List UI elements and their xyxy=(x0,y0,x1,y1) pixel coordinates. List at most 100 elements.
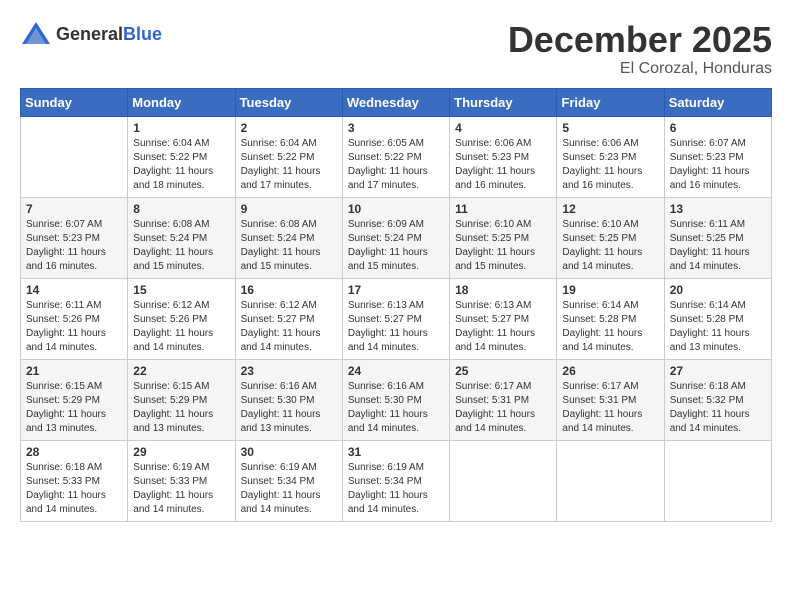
calendar-week-row: 28 Sunrise: 6:18 AMSunset: 5:33 PMDayligh… xyxy=(21,440,772,521)
day-info: Sunrise: 6:17 AMSunset: 5:31 PMDaylight:… xyxy=(455,380,551,436)
day-info: Sunrise: 6:17 AMSunset: 5:31 PMDaylight:… xyxy=(562,380,658,436)
logo-blue: Blue xyxy=(123,24,162,44)
day-info: Sunrise: 6:19 AMSunset: 5:34 PMDaylight:… xyxy=(241,461,337,517)
day-number: 18 xyxy=(455,283,551,297)
weekday-header: Friday xyxy=(557,88,664,116)
calendar-cell: 17 Sunrise: 6:13 AMSunset: 5:27 PMDayligh… xyxy=(342,278,449,359)
calendar-cell xyxy=(21,116,128,197)
day-number: 8 xyxy=(133,202,229,216)
calendar-cell: 22 Sunrise: 6:15 AMSunset: 5:29 PMDayligh… xyxy=(128,359,235,440)
day-number: 5 xyxy=(562,121,658,135)
weekday-header: Sunday xyxy=(21,88,128,116)
calendar-cell: 21 Sunrise: 6:15 AMSunset: 5:29 PMDayligh… xyxy=(21,359,128,440)
calendar-cell: 20Sunrise: 6:14 AMSunset: 5:28 PMDayligh… xyxy=(664,278,771,359)
month-title: December 2025 xyxy=(508,20,772,60)
calendar-cell: 13 Sunrise: 6:11 AMSunset: 5:25 PMDayligh… xyxy=(664,197,771,278)
day-number: 7 xyxy=(26,202,122,216)
day-number: 4 xyxy=(455,121,551,135)
day-number: 25 xyxy=(455,364,551,378)
calendar-cell: 4 Sunrise: 6:06 AMSunset: 5:23 PMDaylight… xyxy=(450,116,557,197)
day-info: Sunrise: 6:18 AMSunset: 5:32 PMDaylight:… xyxy=(670,380,766,436)
day-info: Sunrise: 6:15 AMSunset: 5:29 PMDaylight:… xyxy=(26,380,122,436)
day-info: Sunrise: 6:14 AMSunset: 5:28 PMDaylight:… xyxy=(562,299,658,355)
day-number: 29 xyxy=(133,445,229,459)
page-header: GeneralBlue December 2025 El Corozal, Ho… xyxy=(20,20,772,78)
day-number: 27 xyxy=(670,364,766,378)
day-info: Sunrise: 6:07 AMSunset: 5:23 PMDaylight:… xyxy=(26,218,122,274)
calendar-cell: 11 Sunrise: 6:10 AMSunset: 5:25 PMDayligh… xyxy=(450,197,557,278)
day-info: Sunrise: 6:16 AMSunset: 5:30 PMDaylight:… xyxy=(241,380,337,436)
logo-icon xyxy=(20,20,52,48)
calendar-cell: 7 Sunrise: 6:07 AMSunset: 5:23 PMDaylight… xyxy=(21,197,128,278)
calendar-cell: 24 Sunrise: 6:16 AMSunset: 5:30 PMDayligh… xyxy=(342,359,449,440)
logo: GeneralBlue xyxy=(20,20,162,48)
weekday-header: Wednesday xyxy=(342,88,449,116)
calendar-cell: 28 Sunrise: 6:18 AMSunset: 5:33 PMDayligh… xyxy=(21,440,128,521)
day-info: Sunrise: 6:05 AMSunset: 5:22 PMDaylight:… xyxy=(348,137,444,193)
day-number: 13 xyxy=(670,202,766,216)
calendar-cell: 30Sunrise: 6:19 AMSunset: 5:34 PMDayligh… xyxy=(235,440,342,521)
day-number: 26 xyxy=(562,364,658,378)
day-info: Sunrise: 6:07 AMSunset: 5:23 PMDaylight:… xyxy=(670,137,766,193)
calendar-cell: 26 Sunrise: 6:17 AMSunset: 5:31 PMDayligh… xyxy=(557,359,664,440)
day-info: Sunrise: 6:18 AMSunset: 5:33 PMDaylight:… xyxy=(26,461,122,517)
weekday-header: Monday xyxy=(128,88,235,116)
day-info: Sunrise: 6:06 AMSunset: 5:23 PMDaylight:… xyxy=(455,137,551,193)
calendar-week-row: 7 Sunrise: 6:07 AMSunset: 5:23 PMDaylight… xyxy=(21,197,772,278)
logo-general: General xyxy=(56,24,123,44)
day-info: Sunrise: 6:04 AMSunset: 5:22 PMDaylight:… xyxy=(241,137,337,193)
day-number: 28 xyxy=(26,445,122,459)
day-info: Sunrise: 6:06 AMSunset: 5:23 PMDaylight:… xyxy=(562,137,658,193)
day-number: 21 xyxy=(26,364,122,378)
calendar-cell xyxy=(450,440,557,521)
calendar-cell: 5 Sunrise: 6:06 AMSunset: 5:23 PMDaylight… xyxy=(557,116,664,197)
day-number: 22 xyxy=(133,364,229,378)
calendar-cell: 27 Sunrise: 6:18 AMSunset: 5:32 PMDayligh… xyxy=(664,359,771,440)
day-number: 31 xyxy=(348,445,444,459)
day-info: Sunrise: 6:11 AMSunset: 5:25 PMDaylight:… xyxy=(670,218,766,274)
day-number: 16 xyxy=(241,283,337,297)
day-info: Sunrise: 6:16 AMSunset: 5:30 PMDaylight:… xyxy=(348,380,444,436)
day-number: 6 xyxy=(670,121,766,135)
day-number: 14 xyxy=(26,283,122,297)
calendar-table: SundayMondayTuesdayWednesdayThursdayFrid… xyxy=(20,88,772,522)
calendar-cell: 6 Sunrise: 6:07 AMSunset: 5:23 PMDaylight… xyxy=(664,116,771,197)
calendar-cell: 19Sunrise: 6:14 AMSunset: 5:28 PMDayligh… xyxy=(557,278,664,359)
calendar-cell: 2Sunrise: 6:04 AMSunset: 5:22 PMDaylight… xyxy=(235,116,342,197)
day-info: Sunrise: 6:14 AMSunset: 5:28 PMDaylight:… xyxy=(670,299,766,355)
day-info: Sunrise: 6:12 AMSunset: 5:27 PMDaylight:… xyxy=(241,299,337,355)
calendar-cell: 18 Sunrise: 6:13 AMSunset: 5:27 PMDayligh… xyxy=(450,278,557,359)
calendar-cell: 10 Sunrise: 6:09 AMSunset: 5:24 PMDayligh… xyxy=(342,197,449,278)
day-info: Sunrise: 6:13 AMSunset: 5:27 PMDaylight:… xyxy=(455,299,551,355)
calendar-week-row: 1 Sunrise: 6:04 AMSunset: 5:22 PMDaylight… xyxy=(21,116,772,197)
calendar-cell: 3 Sunrise: 6:05 AMSunset: 5:22 PMDaylight… xyxy=(342,116,449,197)
day-info: Sunrise: 6:11 AMSunset: 5:26 PMDaylight:… xyxy=(26,299,122,355)
day-info: Sunrise: 6:15 AMSunset: 5:29 PMDaylight:… xyxy=(133,380,229,436)
calendar-cell: 23 Sunrise: 6:16 AMSunset: 5:30 PMDayligh… xyxy=(235,359,342,440)
calendar-header-row: SundayMondayTuesdayWednesdayThursdayFrid… xyxy=(21,88,772,116)
day-number: 10 xyxy=(348,202,444,216)
day-number: 1 xyxy=(133,121,229,135)
day-info: Sunrise: 6:10 AMSunset: 5:25 PMDaylight:… xyxy=(455,218,551,274)
day-info: Sunrise: 6:19 AMSunset: 5:34 PMDaylight:… xyxy=(348,461,444,517)
logo-text: GeneralBlue xyxy=(56,24,162,45)
day-number: 11 xyxy=(455,202,551,216)
day-number: 17 xyxy=(348,283,444,297)
day-number: 23 xyxy=(241,364,337,378)
day-number: 3 xyxy=(348,121,444,135)
weekday-header: Tuesday xyxy=(235,88,342,116)
calendar-cell xyxy=(557,440,664,521)
day-number: 24 xyxy=(348,364,444,378)
calendar-cell: 15Sunrise: 6:12 AMSunset: 5:26 PMDayligh… xyxy=(128,278,235,359)
day-info: Sunrise: 6:08 AMSunset: 5:24 PMDaylight:… xyxy=(133,218,229,274)
day-info: Sunrise: 6:09 AMSunset: 5:24 PMDaylight:… xyxy=(348,218,444,274)
day-info: Sunrise: 6:19 AMSunset: 5:33 PMDaylight:… xyxy=(133,461,229,517)
day-info: Sunrise: 6:12 AMSunset: 5:26 PMDaylight:… xyxy=(133,299,229,355)
calendar-cell: 25 Sunrise: 6:17 AMSunset: 5:31 PMDayligh… xyxy=(450,359,557,440)
day-info: Sunrise: 6:08 AMSunset: 5:24 PMDaylight:… xyxy=(241,218,337,274)
calendar-cell xyxy=(664,440,771,521)
day-info: Sunrise: 6:13 AMSunset: 5:27 PMDaylight:… xyxy=(348,299,444,355)
calendar-cell: 9Sunrise: 6:08 AMSunset: 5:24 PMDaylight… xyxy=(235,197,342,278)
day-info: Sunrise: 6:10 AMSunset: 5:25 PMDaylight:… xyxy=(562,218,658,274)
day-info: Sunrise: 6:04 AMSunset: 5:22 PMDaylight:… xyxy=(133,137,229,193)
